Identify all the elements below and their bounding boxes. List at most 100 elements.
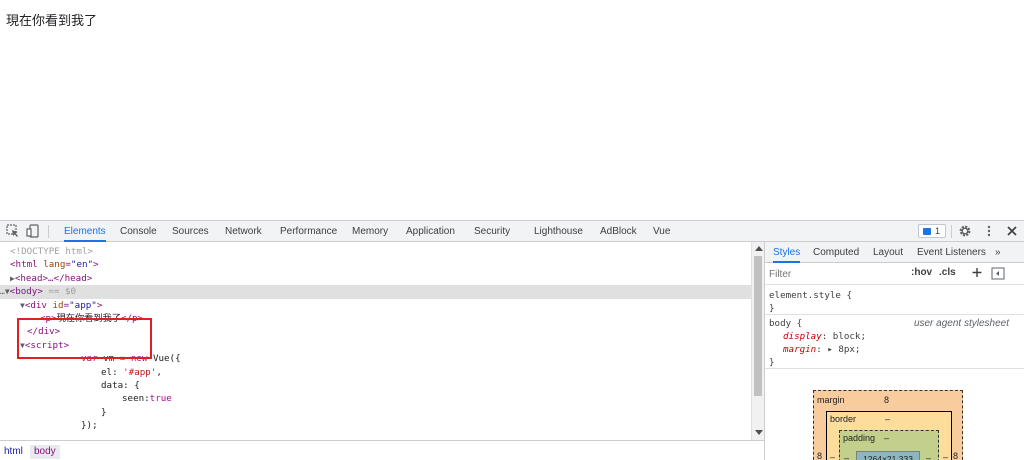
styles-filter-input[interactable]: [769, 266, 905, 282]
code-text: data: {: [101, 380, 140, 391]
scroll-up-arrow-icon[interactable]: [755, 246, 763, 251]
html-tag: <html: [10, 259, 38, 271]
dom-line-doctype[interactable]: <!DOCTYPE html>: [0, 245, 751, 258]
inspect-element-icon[interactable]: [6, 224, 20, 238]
margin-label: margin: [817, 395, 845, 405]
code-text: Vue({: [147, 353, 181, 365]
border-top-value: –: [885, 414, 891, 424]
settings-gear-icon[interactable]: [958, 224, 972, 238]
element-style-selector: element.style {: [769, 290, 852, 301]
devtools-toolbar: Elements Console Sources Network Perform…: [0, 221, 1024, 242]
device-toolbar-icon[interactable]: [26, 224, 40, 238]
tab-application[interactable]: Application: [406, 221, 455, 242]
toggle-sidebar-icon[interactable]: [991, 267, 1005, 280]
div-attr-name: id: [52, 299, 64, 311]
tab-elements[interactable]: Elements: [64, 221, 106, 242]
html-attr-name: lang: [43, 259, 66, 271]
toolbar-divider: [951, 225, 952, 238]
dom-line-div[interactable]: ▼<div id="app">: [0, 299, 751, 312]
code-string: '#app': [123, 366, 157, 378]
toolbar-divider: [48, 225, 49, 238]
hover-state-toggle[interactable]: :hov: [911, 267, 932, 278]
styles-tabs: Styles Computed Layout Event Listeners »: [765, 242, 1024, 263]
breadcrumb: html body: [0, 440, 764, 460]
code-line: });: [0, 419, 751, 432]
css-property-value: : ▸ 8px;: [816, 344, 861, 355]
tab-sources[interactable]: Sources: [172, 221, 209, 242]
breadcrumb-html[interactable]: html: [0, 445, 27, 459]
code-keyword: true: [149, 393, 172, 405]
more-tabs-chevron-icon[interactable]: »: [995, 242, 1001, 263]
issues-count: 1: [935, 226, 941, 236]
rendered-page: 現在你看到我了: [0, 0, 1024, 220]
element-style-rule[interactable]: element.style { }: [765, 287, 1024, 315]
tab-computed[interactable]: Computed: [813, 242, 859, 263]
elements-scrollbar[interactable]: [751, 242, 764, 440]
div-tag: <div: [24, 299, 47, 311]
tab-layout[interactable]: Layout: [873, 242, 903, 263]
close-devtools-icon[interactable]: [1005, 224, 1019, 238]
body-style-rule[interactable]: body { user agent stylesheet display: bl…: [765, 315, 1024, 369]
dom-line-body[interactable]: …▼<body> == $0: [0, 285, 751, 299]
rule-close-brace: }: [769, 357, 775, 368]
padding-left-value: –: [844, 453, 850, 460]
tab-lighthouse[interactable]: Lighthouse: [534, 221, 583, 242]
code-line: seen:true: [0, 392, 751, 405]
tab-event-listeners[interactable]: Event Listeners: [917, 242, 986, 263]
box-model-margin[interactable]: margin 8 8 8 border – – – padding – – – …: [813, 390, 963, 460]
body-tag: <body>: [9, 286, 43, 298]
border-label: border: [830, 414, 857, 424]
user-agent-stylesheet-label: user agent stylesheet: [913, 318, 1009, 329]
tab-memory[interactable]: Memory: [352, 221, 388, 242]
tab-security[interactable]: Security: [474, 221, 510, 242]
selected-node-marker: == $0: [42, 286, 77, 298]
rule-close-brace: }: [769, 303, 775, 314]
page-paragraph: 現在你看到我了: [6, 14, 98, 29]
code-text: ,: [156, 366, 162, 378]
more-options-icon[interactable]: [982, 224, 996, 238]
div-attr-value: "app": [69, 299, 97, 311]
issues-icon: [923, 228, 931, 235]
box-model-content[interactable]: 1264×21.333: [856, 451, 920, 460]
tab-adblock[interactable]: AdBlock: [600, 221, 637, 242]
doctype-text: <!DOCTYPE html>: [10, 246, 93, 257]
class-toggle[interactable]: .cls: [939, 267, 956, 278]
tab-network[interactable]: Network: [225, 221, 262, 242]
styles-pane: Styles Computed Layout Event Listeners »…: [764, 242, 1024, 460]
tab-vue[interactable]: Vue: [653, 221, 670, 242]
new-style-rule-plus-icon[interactable]: [971, 267, 983, 279]
head-tag: <head>…</head>: [14, 272, 93, 284]
box-model-diagram: margin 8 8 8 border – – – padding – – – …: [813, 390, 963, 460]
html-attr-value: "en": [70, 259, 94, 271]
margin-top-value: 8: [884, 395, 890, 405]
tab-styles[interactable]: Styles: [773, 242, 801, 263]
css-property-name: display: [783, 331, 822, 342]
dom-line-html[interactable]: <html lang="en">: [0, 258, 751, 271]
margin-right-value: 8: [953, 451, 959, 460]
padding-label: padding: [843, 433, 876, 443]
tab-performance[interactable]: Performance: [280, 221, 337, 242]
scroll-thumb[interactable]: [754, 256, 762, 396]
code-text: seen:: [122, 393, 150, 405]
dom-tree: <!DOCTYPE html> <html lang="en"> ▶<head>…: [0, 242, 751, 440]
padding-top-value: –: [884, 433, 890, 443]
dom-line-head[interactable]: ▶<head>…</head>: [0, 272, 751, 285]
breadcrumb-body[interactable]: body: [30, 445, 60, 459]
css-property-value: : block;: [821, 331, 866, 342]
border-right-value: –: [943, 452, 949, 460]
code-text: }: [101, 406, 107, 418]
devtools-panel: Elements Console Sources Network Perform…: [0, 220, 1024, 460]
box-model-padding[interactable]: padding – – – 1264×21.333: [839, 430, 939, 460]
tab-console[interactable]: Console: [120, 221, 157, 242]
code-text: el:: [101, 366, 124, 378]
code-line: el: '#app',: [0, 366, 751, 379]
code-text: });: [81, 420, 98, 432]
padding-right-value: –: [926, 453, 932, 460]
highlight-annotation-box: [17, 318, 152, 359]
styles-filter-row: :hov .cls: [765, 263, 1024, 285]
issues-badge[interactable]: 1: [918, 224, 946, 238]
scroll-down-arrow-icon[interactable]: [755, 430, 763, 435]
border-left-value: –: [830, 452, 836, 460]
css-property-name: margin: [783, 344, 817, 355]
box-model-border[interactable]: border – – – padding – – – 1264×21.333: [826, 411, 952, 460]
